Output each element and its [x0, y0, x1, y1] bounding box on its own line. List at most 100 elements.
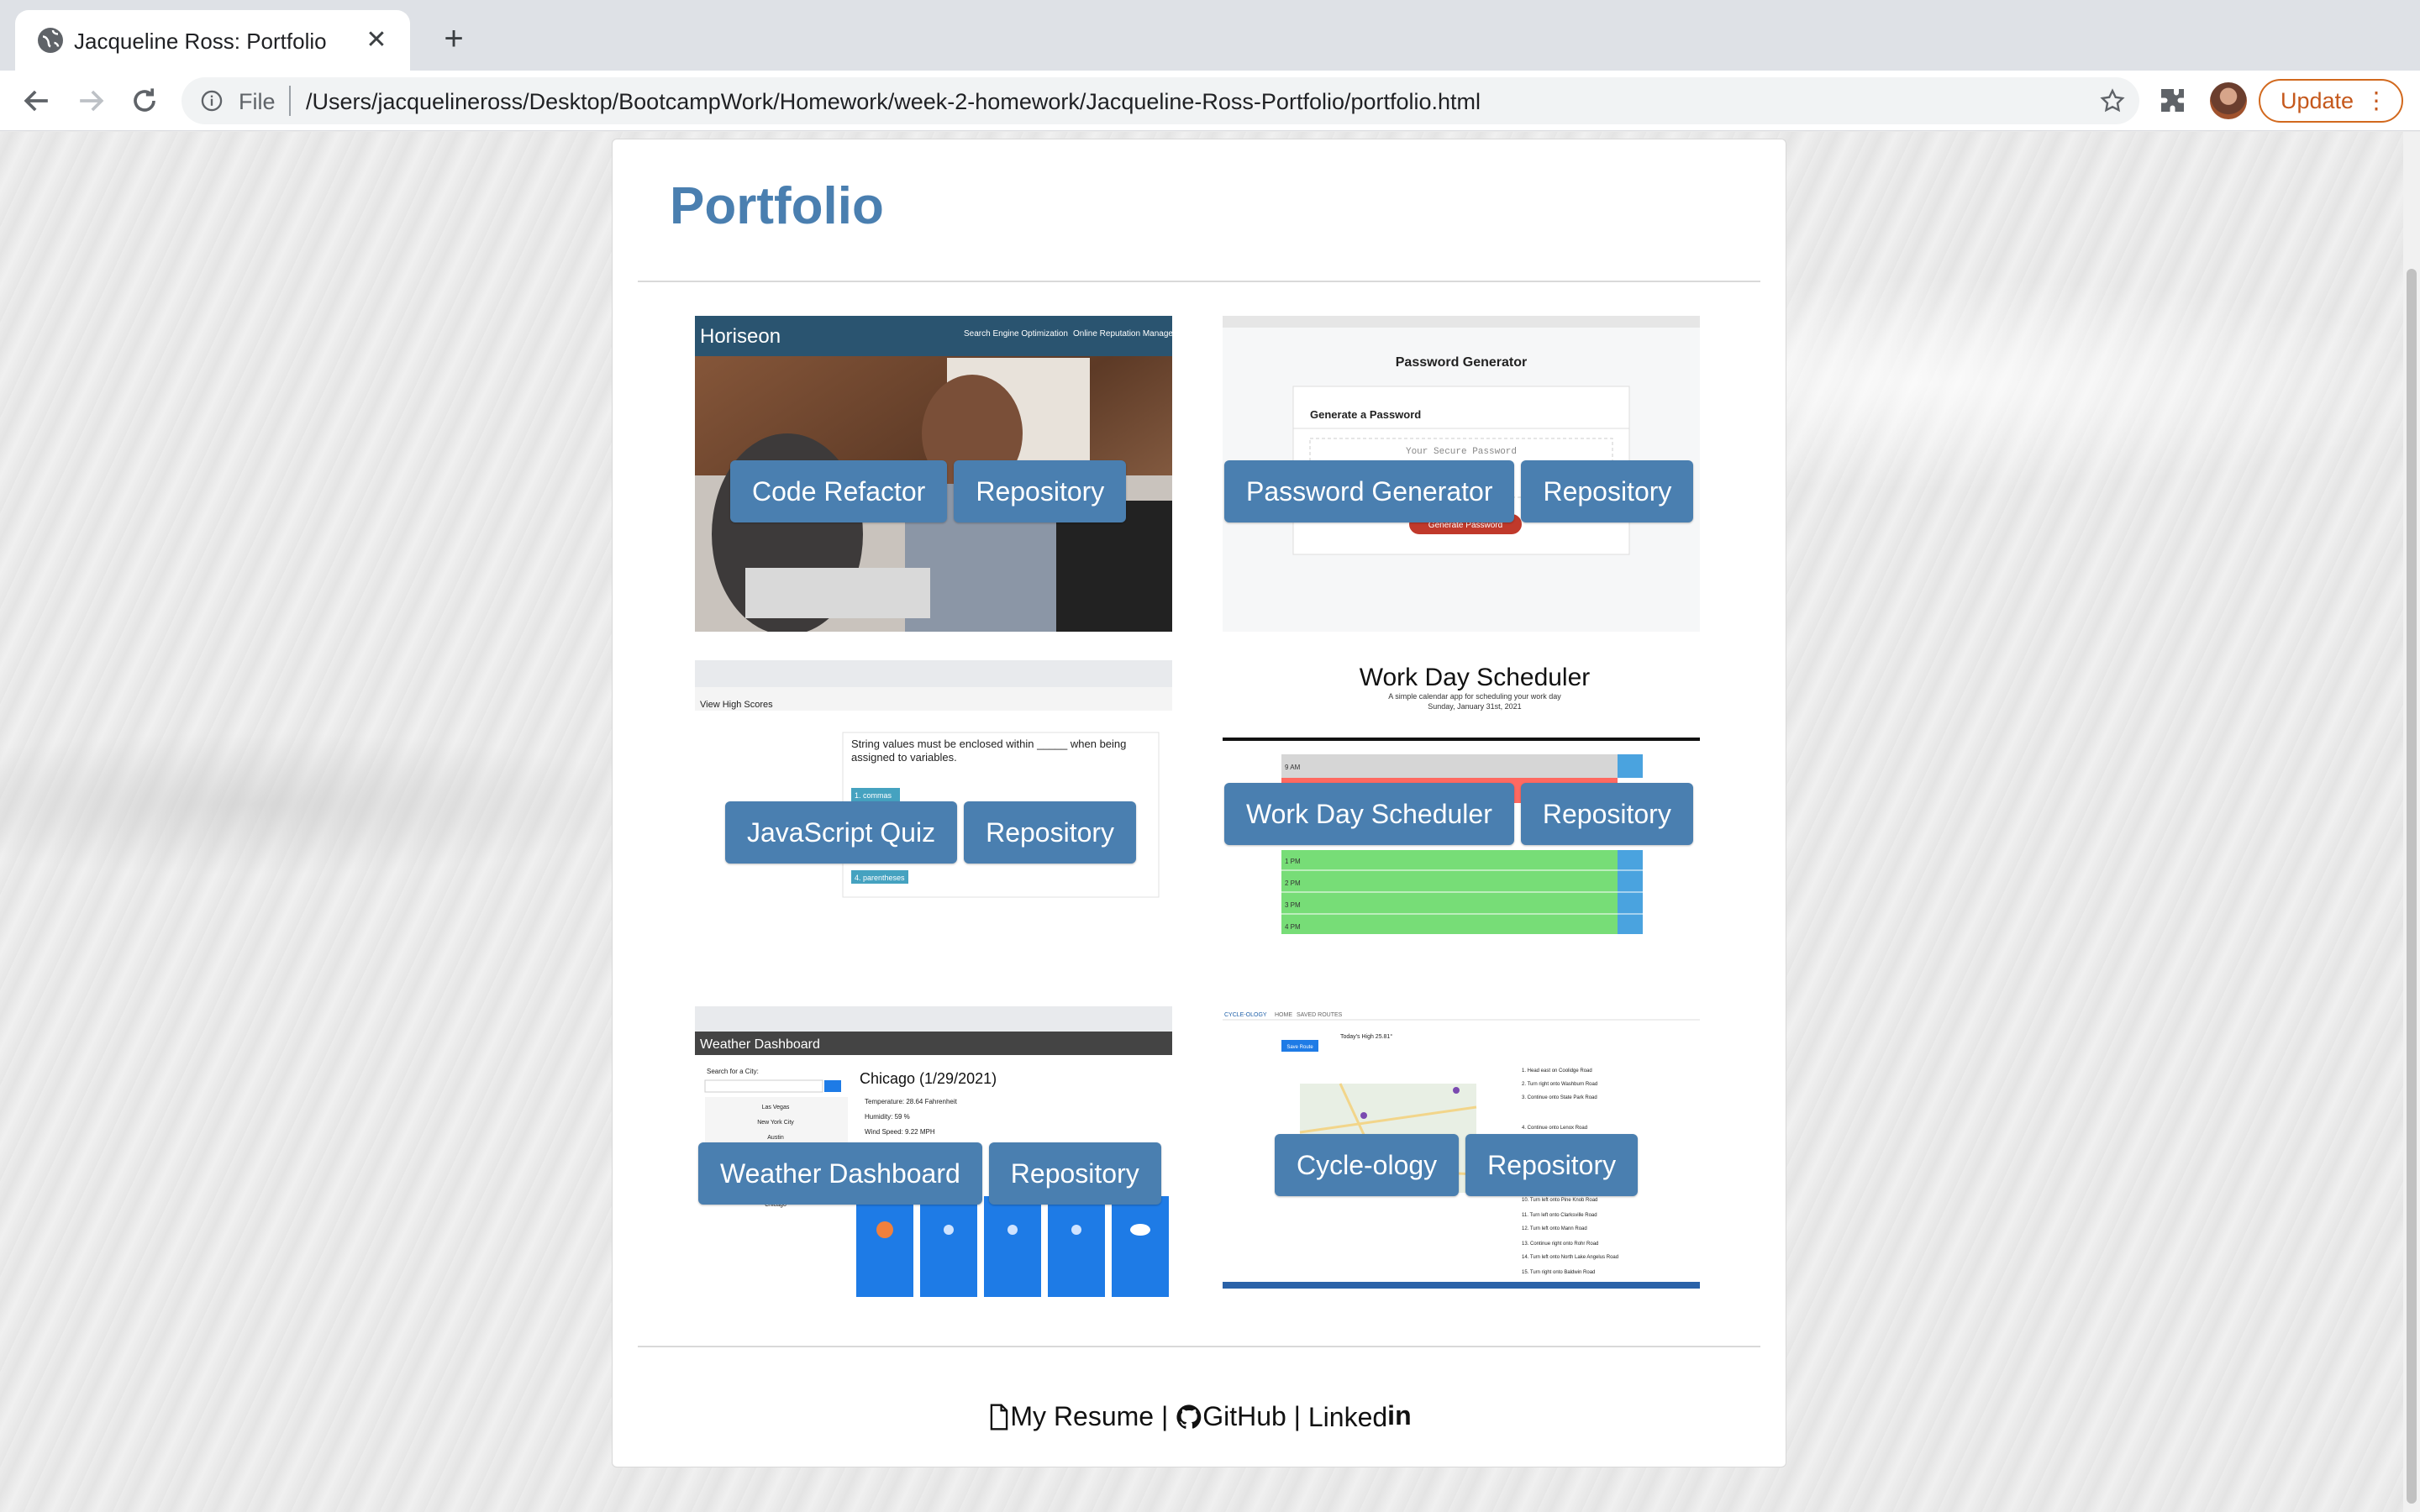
svg-text:Las Vegas: Las Vegas [762, 1105, 790, 1110]
resume-link[interactable]: My Resume [1010, 1401, 1154, 1431]
svg-text:Save Route: Save Route [1286, 1045, 1313, 1050]
svg-text:13. Continue right onto Rohr R: 13. Continue right onto Rohr Road [1522, 1242, 1598, 1247]
bookmark-star-icon[interactable] [2099, 87, 2126, 114]
svg-text:3 PM: 3 PM [1285, 901, 1301, 909]
project-card-cycle-ology: CYCLE-OLOGY HOME SAVED ROUTES Today's Hi… [1223, 1006, 1700, 1289]
javascript-quiz-repo-button[interactable]: Repository [964, 801, 1137, 864]
svg-text:A simple calendar app for sche: A simple calendar app for scheduling you… [1388, 692, 1561, 701]
footer-divider [638, 1346, 1760, 1347]
close-tab-icon[interactable]: ✕ [361, 25, 392, 55]
tab-strip: Jacqueline Ross: Portfolio ✕ + [0, 0, 2420, 71]
footer-separator: | [1293, 1401, 1301, 1432]
footer: My Resume | GitHub | Linkedin [613, 1399, 1787, 1433]
svg-text:15. Turn right onto Baldwin Ro: 15. Turn right onto Baldwin Road [1522, 1270, 1595, 1275]
cycle-ology-button[interactable]: Cycle-ology [1275, 1134, 1460, 1196]
browser-toolbar: File /Users/jacquelineross/Desktop/Bootc… [0, 71, 2420, 131]
svg-text:1. Head east on Coolidge Road: 1. Head east on Coolidge Road [1522, 1068, 1592, 1074]
new-tab-icon[interactable]: + [437, 22, 471, 55]
code-refactor-repo-button[interactable]: Repository [954, 460, 1127, 522]
footer-separator: | [1160, 1401, 1169, 1432]
svg-text:Sunday, January 31st, 2021: Sunday, January 31st, 2021 [1428, 702, 1521, 711]
javascript-quiz-buttons: JavaScript Quiz Repository [725, 801, 1137, 864]
svg-text:2 PM: 2 PM [1285, 879, 1301, 887]
svg-text:HOME: HOME [1275, 1012, 1292, 1018]
forward-arrow-icon[interactable] [72, 82, 109, 119]
svg-text:4 PM: 4 PM [1285, 923, 1301, 931]
github-icon [1176, 1404, 1202, 1429]
svg-text:1 PM: 1 PM [1285, 858, 1301, 865]
code-refactor-buttons: Code Refactor Repository [730, 460, 1127, 522]
work-day-scheduler-repo-button[interactable]: Repository [1520, 783, 1693, 845]
portfolio-card: Portfolio Horiseon Search Engine Optimiz… [612, 139, 1786, 1467]
document-icon [991, 1404, 1008, 1431]
svg-text:Search Engine Optimization: Search Engine Optimization [964, 329, 1068, 339]
password-generator-repo-button[interactable]: Repository [1521, 460, 1694, 522]
svg-text:11. Turn left onto Clarksville: 11. Turn left onto Clarksville Road [1522, 1213, 1597, 1218]
info-icon[interactable] [200, 89, 224, 113]
address-bar[interactable]: File /Users/jacquelineross/Desktop/Bootc… [182, 77, 2139, 124]
svg-text:14. Turn left onto North Lake: 14. Turn left onto North Lake Angelus Ro… [1522, 1255, 1618, 1260]
linkedin-label: Linked [1307, 1402, 1388, 1433]
project-card-work-day-scheduler: Work Day Scheduler A simple calendar app… [1223, 660, 1700, 937]
svg-text:10. Turn left onto Pine Knob R: 10. Turn left onto Pine Knob Road [1522, 1198, 1597, 1203]
browser-tab[interactable]: Jacqueline Ross: Portfolio ✕ [15, 10, 410, 71]
profile-avatar[interactable] [2210, 82, 2247, 119]
svg-text:4. Continue onto Lenox Road: 4. Continue onto Lenox Road [1522, 1126, 1587, 1131]
update-label: Update [2281, 88, 2354, 113]
extensions-puzzle-icon[interactable] [2156, 84, 2190, 118]
project-card-code-refactor: Horiseon Search Engine Optimization Onli… [695, 316, 1172, 632]
more-menu-icon[interactable]: ⋮ [2365, 81, 2388, 121]
title-divider [638, 281, 1760, 282]
github-link[interactable]: GitHub [1202, 1401, 1286, 1431]
svg-text:Search for a City:: Search for a City: [707, 1068, 759, 1075]
password-generator-buttons: Password Generator Repository [1224, 460, 1694, 522]
svg-text:3. Continue onto State Park Ro: 3. Continue onto State Park Road [1522, 1095, 1597, 1100]
svg-text:Temperature: 28.64 Fahrenheit: Temperature: 28.64 Fahrenheit [865, 1098, 958, 1105]
svg-text:2. Turn right onto Washburn Ro: 2. Turn right onto Washburn Road [1522, 1082, 1597, 1087]
svg-text:Today's High 25.81°: Today's High 25.81° [1340, 1033, 1392, 1040]
svg-text:Work Day Scheduler: Work Day Scheduler [1360, 664, 1591, 691]
svg-text:Password Generator: Password Generator [1396, 355, 1528, 370]
tab-title: Jacqueline Ross: Portfolio [74, 29, 327, 54]
javascript-quiz-screenshot: View High Scores String values must be e… [695, 660, 1172, 904]
scheme-label: File [239, 89, 276, 114]
scrollbar-thumb[interactable] [2407, 269, 2417, 1504]
svg-text:SAVED ROUTES: SAVED ROUTES [1297, 1012, 1343, 1018]
project-card-javascript-quiz: View High Scores String values must be e… [695, 660, 1172, 904]
svg-text:Online Reputation Managem: Online Reputation Managem [1073, 329, 1172, 339]
page-title: Portfolio [670, 177, 884, 235]
svg-text:Chicago (1/29/2021): Chicago (1/29/2021) [860, 1070, 997, 1087]
svg-text:View High Scores: View High Scores [700, 700, 773, 710]
svg-text:Wind Speed: 9.22 MPH: Wind Speed: 9.22 MPH [865, 1128, 935, 1136]
svg-text:12. Turn left onto Mann Road: 12. Turn left onto Mann Road [1522, 1226, 1587, 1231]
back-arrow-icon[interactable] [18, 82, 55, 119]
cycle-ology-buttons: Cycle-ology Repository [1275, 1134, 1639, 1196]
svg-text:Weather Dashboard: Weather Dashboard [700, 1037, 820, 1052]
cycle-ology-repo-button[interactable]: Repository [1465, 1134, 1639, 1196]
svg-text:Generate a Password: Generate a Password [1310, 408, 1421, 421]
svg-text:Humidity: 59 %: Humidity: 59 % [865, 1113, 910, 1121]
page-viewport: Portfolio Horiseon Search Engine Optimiz… [0, 132, 2403, 1512]
svg-text:1. commas: 1. commas [855, 791, 892, 800]
work-day-scheduler-buttons: Work Day Scheduler Repository [1224, 783, 1693, 845]
code-refactor-button[interactable]: Code Refactor [730, 460, 948, 522]
weather-dashboard-buttons: Weather Dashboard Repository [698, 1142, 1161, 1205]
weather-dashboard-repo-button[interactable]: Repository [988, 1142, 1161, 1205]
javascript-quiz-button[interactable]: JavaScript Quiz [725, 801, 958, 864]
url-text[interactable]: /Users/jacquelineross/Desktop/BootcampWo… [306, 89, 1481, 115]
svg-text:4. parentheses: 4. parentheses [855, 874, 905, 882]
update-button[interactable]: Update ⋮ [2259, 79, 2403, 123]
svg-text:Your Secure Password: Your Secure Password [1406, 447, 1517, 457]
svg-text:Horiseon: Horiseon [700, 325, 781, 348]
project-card-weather-dashboard: Weather Dashboard Search for a City: Las… [695, 1006, 1172, 1300]
svg-text:Austin: Austin [767, 1135, 784, 1141]
password-generator-button[interactable]: Password Generator [1224, 460, 1515, 522]
svg-text:9 AM: 9 AM [1285, 764, 1301, 771]
linkedin-logo-text: in [1387, 1400, 1412, 1431]
svg-text:New York City: New York City [757, 1120, 794, 1126]
linkedin-link[interactable]: Linkedin [1307, 1400, 1412, 1433]
project-card-password-generator: Password Generator Generate a Password Y… [1223, 316, 1700, 632]
weather-dashboard-button[interactable]: Weather Dashboard [698, 1142, 982, 1205]
work-day-scheduler-button[interactable]: Work Day Scheduler [1224, 783, 1514, 845]
reload-icon[interactable] [126, 82, 163, 119]
